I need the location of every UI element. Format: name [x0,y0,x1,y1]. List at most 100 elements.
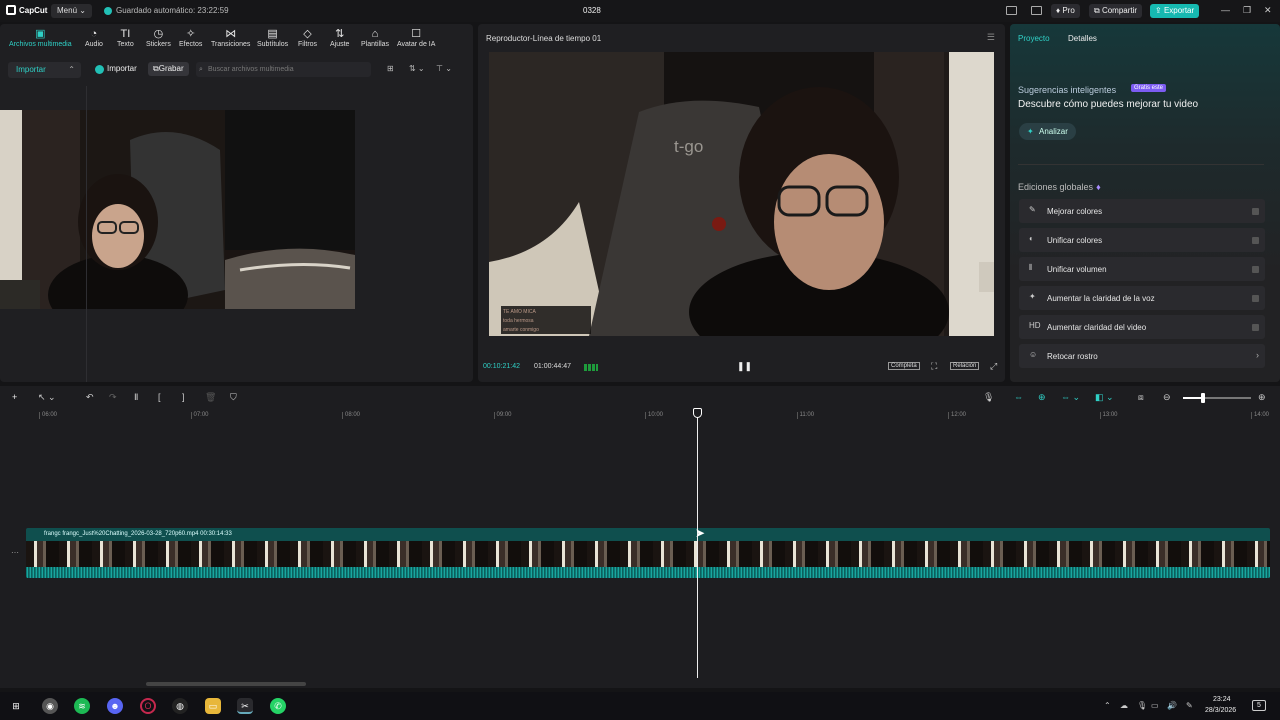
pro-button[interactable]: ♦ Pro [1051,4,1080,18]
toggle[interactable] [1252,208,1259,215]
windows-start-icon[interactable]: ⊞ [8,698,24,714]
discord-icon[interactable]: ☻ [107,698,123,714]
undo-icon[interactable]: ↶ [86,392,94,403]
player-menu-icon[interactable]: ☰ [987,32,995,43]
edit-voice-clarity[interactable]: ✦ Aumentar la claridad de la voz [1019,286,1265,310]
link-icon[interactable]: ⇔ [1014,392,1023,402]
network-icon[interactable]: ▭ [1151,701,1159,710]
toolbar-item-avatar-de-ia[interactable]: ☐ Avatar de IA [397,28,435,48]
toolbar-item-efectos[interactable]: ✧ Efectos [179,28,202,48]
microphone-icon[interactable]: 🎙 [983,392,994,403]
time-ruler[interactable]: 06:00 07:00 08:00 09:00 10:00 11:00 12:00 13:00… [25,408,1280,420]
toolbar-item-ajuste[interactable]: ⇅ Ajuste [330,28,349,48]
snap-icon[interactable]: ⇔ ⌄ [1061,392,1080,403]
toggle[interactable] [1252,295,1259,302]
clock-time[interactable]: 23:24 [1213,696,1231,703]
timeline-scrollbar[interactable] [146,682,306,686]
analyze-button[interactable]: ✦ Analizar [1019,123,1076,140]
toolbar-item-archivos-multimedia[interactable]: ▣ Archivos multimedia [9,28,72,48]
toolbar-item-plantillas[interactable]: ⌂ Plantillas [361,28,389,48]
zoom-slider[interactable] [1183,397,1251,399]
edit-video-clarity[interactable]: HD Aumentar claridad del video [1019,315,1265,339]
export-button[interactable]: ⇪ Exportar [1150,4,1200,18]
close-icon[interactable]: ✕ [1264,5,1272,16]
marker-icon[interactable]: ⛉ [230,392,237,403]
edit-unify-volume[interactable]: ⫴ Unificar volumen [1019,257,1265,281]
magnet-icon[interactable]: ⊕ [1038,392,1046,403]
filter-icon[interactable]: ⊤ ⌄ [436,64,452,73]
chevron-up-icon[interactable]: ⌃ [1104,701,1111,710]
title-bar: CapCut Menú ⌄ Guardado automático: 23:22… [0,0,1280,22]
file-explorer-icon[interactable]: ▭ [205,698,221,714]
wand-icon: ✎ [1029,205,1036,214]
sort-icon[interactable]: ⇅ ⌄ [409,64,425,73]
opera-icon[interactable]: O [140,698,156,714]
search-input[interactable]: ⌕ Buscar archivos multimedia [196,62,371,77]
keyboard-icon[interactable] [1031,6,1042,15]
import-side-button[interactable]: Importar ⌃ [8,62,81,78]
copilot-icon[interactable]: ◉ [42,698,58,714]
notification-icon[interactable]: 5 [1252,700,1266,711]
zoom-in-icon[interactable]: ⊕ [1258,392,1266,403]
capcut-taskbar-icon[interactable]: ✂ [237,698,253,714]
toolbar-item-transiciones[interactable]: ⋈ Transiciones [211,28,250,48]
edit-label: Aumentar la claridad de la voz [1047,294,1155,303]
tab-details[interactable]: Detalles [1068,34,1097,43]
video-preview[interactable]: t-go TE AMO MICA toda hermosa amarte con… [489,52,994,336]
fullscreen-icon[interactable]: ⤢ [990,361,997,372]
media-thumbnail[interactable] [0,110,355,309]
share-button[interactable]: ⧉ Compartir [1089,4,1143,18]
spotify-icon[interactable]: ≋ [74,698,90,714]
preview-axis-icon[interactable]: ◧ ⌄ [1095,392,1114,403]
select-tool-icon[interactable]: ↖ ⌄ [38,392,56,403]
whatsapp-icon[interactable]: ✆ [270,698,286,714]
edit-retouch-face[interactable]: ☺ Retocar rostro › [1019,344,1265,368]
delete-icon[interactable]: 🗑 [205,392,216,403]
pause-icon[interactable]: ❚❚ [737,361,752,372]
grid-view-icon[interactable]: ⊞ [387,64,394,73]
tab-project[interactable]: Proyecto [1018,34,1050,43]
quality-button[interactable]: Completa [888,362,920,370]
ruler-tick-label: 14:00 [1254,412,1270,418]
track-handle-icon[interactable]: ⋯ [11,548,19,557]
edit-enhance-colors[interactable]: ✎ Mejorar colores [1019,199,1265,223]
app-logo: CapCut [6,5,47,15]
import-button[interactable]: Importar [95,62,137,76]
toolbar-item-filtros[interactable]: ◇ Filtros [298,28,317,48]
toggle[interactable] [1252,237,1259,244]
playhead-handle[interactable] [693,408,702,418]
split-left-icon[interactable]: [ [158,392,161,402]
chevron-down-icon: ⌃ [68,65,75,74]
toolbar-item-texto[interactable]: TI Texto [117,28,134,48]
zoom-handle[interactable] [1200,393,1205,403]
cloud-icon[interactable]: ☁ [1120,701,1128,710]
obs-icon[interactable]: ◍ [172,698,188,714]
video-clip[interactable]: frangc frangc_Just%20Chatting_2026-03-28… [26,528,1270,578]
record-button[interactable]: ⧉Grabar [148,62,189,76]
playhead[interactable] [697,412,698,678]
add-track-icon[interactable]: + [12,392,17,402]
toolbar-item-audio[interactable]: ◔ Audio [85,28,103,48]
volume-icon[interactable]: 🔊 [1167,701,1177,710]
fit-screen-icon[interactable]: ⛶ [931,361,937,372]
toggle[interactable] [1252,266,1259,273]
export-icon: ⇪ [1155,6,1164,15]
caption-icon[interactable]: ⧈ [1138,392,1144,403]
zoom-out-icon[interactable]: ⊖ [1163,392,1171,403]
split-icon[interactable]: Ⅱ [134,392,138,403]
toolbar-item-stickers[interactable]: ◷ Stickers [146,28,171,48]
menu-button[interactable]: Menú ⌄ [51,4,92,18]
pen-icon[interactable]: ✎ [1186,701,1193,710]
layout-icon[interactable] [1006,6,1017,15]
minimize-icon[interactable]: — [1221,5,1230,15]
microphone-tray-icon[interactable]: 🎙 [1137,701,1147,710]
clock-date[interactable]: 28/3/2026 [1205,707,1236,714]
split-right-icon[interactable]: ] [182,392,185,402]
redo-icon[interactable]: ↷ [109,392,117,403]
edit-unify-colors[interactable]: ◐ Unificar colores [1019,228,1265,252]
player-panel: Reproductor-Línea de tiempo 01 ☰ t-go TE… [478,24,1005,382]
restore-icon[interactable]: ❐ [1243,5,1251,16]
ratio-button[interactable]: Relación [950,362,980,370]
toolbar-item-subtítulos[interactable]: ▤ Subtítulos [257,28,288,48]
toggle[interactable] [1252,324,1259,331]
